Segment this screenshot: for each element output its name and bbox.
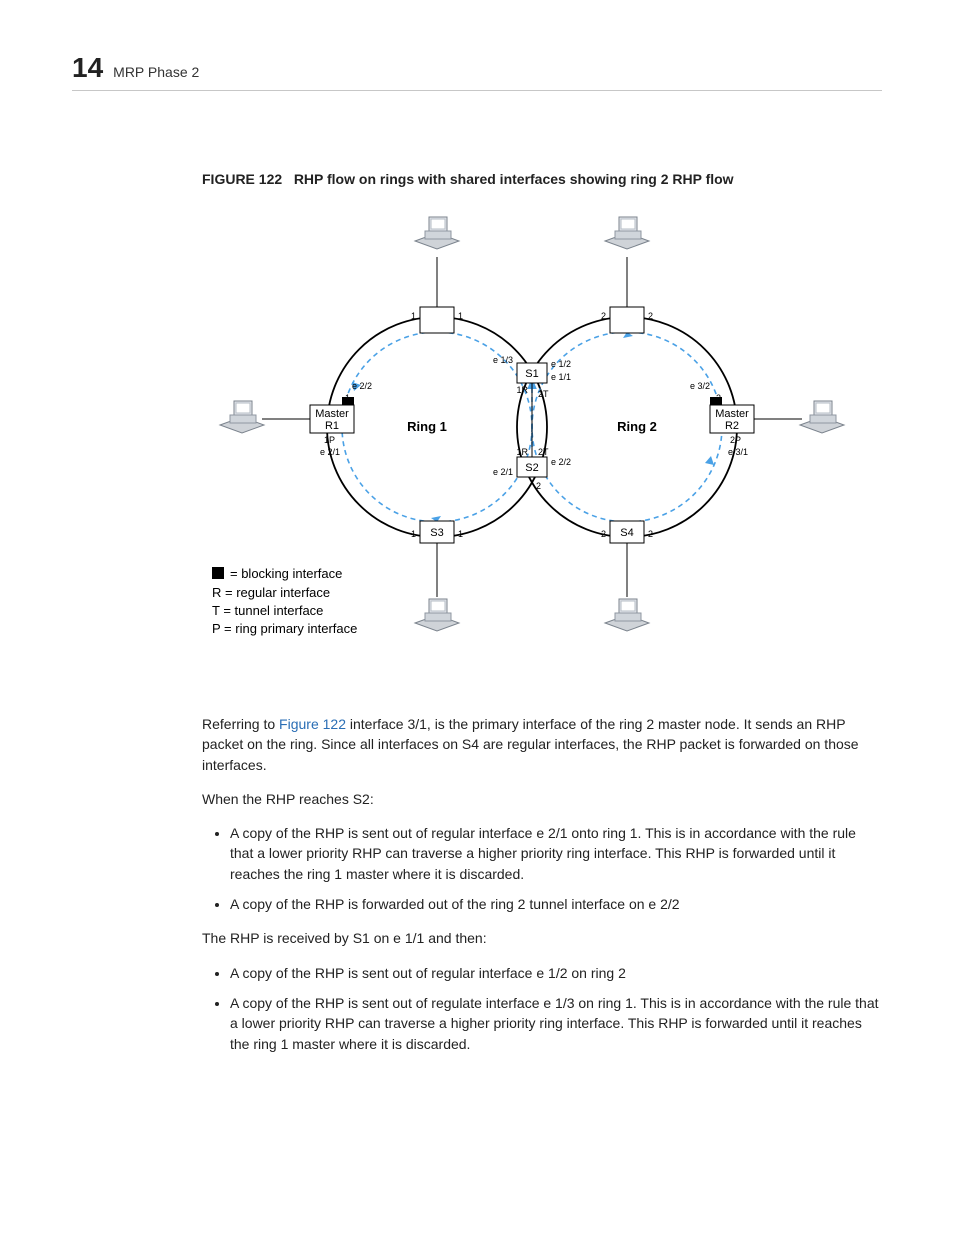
svg-text:1: 1: [458, 311, 463, 321]
svg-text:1: 1: [345, 393, 350, 403]
svg-text:2: 2: [648, 529, 653, 539]
list-item: A copy of the RHP is sent out of regular…: [230, 963, 882, 983]
svg-text:Master: Master: [315, 408, 349, 420]
svg-text:1R: 1R: [516, 447, 528, 457]
svg-text:R1: R1: [325, 420, 339, 432]
list-item: A copy of the RHP is sent out of regular…: [230, 823, 882, 884]
computer-icon: [415, 599, 459, 631]
svg-text:e 3/1: e 3/1: [728, 447, 748, 457]
computer-icon: [220, 401, 264, 433]
svg-text:1: 1: [411, 529, 416, 539]
bullet-list-2: A copy of the RHP is sent out of regular…: [202, 963, 882, 1054]
paragraph-3: The RHP is received by S1 on e 1/1 and t…: [202, 928, 882, 948]
figure-caption: FIGURE 122 RHP flow on rings with shared…: [202, 171, 882, 187]
master-r1: Master R1 1 1P e 2/2 e 2/1: [310, 381, 372, 457]
chapter-title: MRP Phase 2: [113, 64, 199, 80]
figure-title: RHP flow on rings with shared interfaces…: [294, 171, 734, 187]
svg-text:1P: 1P: [324, 435, 335, 445]
svg-text:S3: S3: [430, 527, 443, 539]
svg-text:= blocking interface: = blocking interface: [230, 566, 342, 581]
list-item: A copy of the RHP is forwarded out of th…: [230, 894, 882, 914]
svg-text:2: 2: [601, 311, 606, 321]
svg-text:2: 2: [716, 393, 721, 403]
chapter-number: 14: [72, 52, 103, 84]
computer-icon: [605, 217, 649, 249]
svg-text:e 2/2: e 2/2: [551, 457, 571, 467]
svg-text:Master: Master: [715, 408, 749, 420]
ring2-label: Ring 2: [617, 419, 657, 434]
figure-122-link[interactable]: Figure 122: [279, 716, 346, 732]
svg-text:2P: 2P: [730, 435, 741, 445]
svg-text:e 3/2: e 3/2: [690, 381, 710, 391]
svg-text:S2: S2: [525, 462, 538, 474]
svg-text:2: 2: [648, 311, 653, 321]
svg-text:R = regular interface: R = regular interface: [212, 585, 330, 600]
master-r2: Master R2 2 2P e 3/2 e 3/1: [690, 381, 754, 457]
ring1-top-switch: [420, 307, 454, 333]
computer-icon: [415, 217, 459, 249]
page: 14 MRP Phase 2 FIGURE 122 RHP flow on ri…: [0, 0, 954, 1128]
paragraph-1: Referring to Figure 122 interface 3/1, i…: [202, 714, 882, 775]
computer-icon: [605, 599, 649, 631]
svg-text:2: 2: [536, 481, 541, 491]
ring2-top-switch: [610, 307, 644, 333]
paragraph-2: When the RHP reaches S2:: [202, 789, 882, 809]
svg-text:e 1/1: e 1/1: [551, 372, 571, 382]
list-item: A copy of the RHP is sent out of regulat…: [230, 993, 882, 1054]
page-header: 14 MRP Phase 2: [72, 52, 882, 91]
figure-diagram: 1 1 2 2 S3 1 1 S4 2 2 S1 e 1/3 e 1/1 e 1…: [202, 197, 882, 680]
svg-text:1: 1: [411, 311, 416, 321]
svg-text:S4: S4: [620, 527, 633, 539]
svg-text:e 1/2: e 1/2: [551, 359, 571, 369]
svg-text:e 1/3: e 1/3: [493, 355, 513, 365]
computer-icon: [800, 401, 844, 433]
svg-text:e 2/1: e 2/1: [493, 467, 513, 477]
svg-text:1: 1: [458, 529, 463, 539]
svg-text:1R: 1R: [516, 385, 528, 395]
figure-label: FIGURE 122: [202, 171, 282, 187]
bullet-list-1: A copy of the RHP is sent out of regular…: [202, 823, 882, 914]
svg-text:P = ring primary interface: P = ring primary interface: [212, 621, 357, 636]
svg-text:2: 2: [601, 529, 606, 539]
svg-text:R2: R2: [725, 420, 739, 432]
svg-text:2T: 2T: [538, 447, 549, 457]
svg-text:S1: S1: [525, 368, 538, 380]
svg-text:e 2/2: e 2/2: [352, 381, 372, 391]
svg-text:T = tunnel interface: T = tunnel interface: [212, 603, 323, 618]
svg-text:e 2/1: e 2/1: [320, 447, 340, 457]
diagram-svg: 1 1 2 2 S3 1 1 S4 2 2 S1 e 1/3 e 1/1 e 1…: [202, 197, 862, 677]
legend: = blocking interface R = regular interfa…: [212, 566, 357, 636]
ring1-label: Ring 1: [407, 419, 447, 434]
svg-text:2T: 2T: [538, 389, 549, 399]
